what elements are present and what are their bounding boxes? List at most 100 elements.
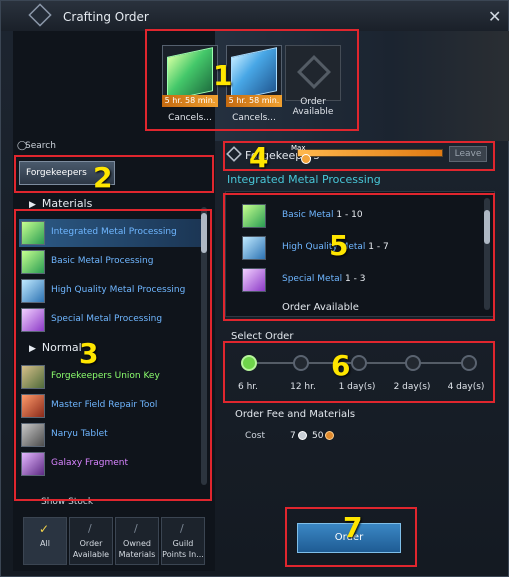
list-item-label: Master Field Repair Tool [51, 400, 158, 410]
duration-node-6h[interactable] [241, 355, 257, 371]
tab-owned-materials[interactable]: / Owned Materials [115, 517, 159, 565]
material-label: Basic Metal 1 - 10 [282, 210, 363, 220]
window-title: Crafting Order [63, 10, 149, 24]
bronze-coin-icon [325, 431, 334, 440]
list-item-label: Forgekeepers Union Key [51, 371, 160, 381]
order-slot-1-timer: 5 hr. 58 min. [162, 95, 218, 107]
close-icon[interactable]: ✕ [488, 7, 501, 26]
purple-metal-icon [21, 308, 45, 332]
item-list-scrollbar[interactable] [201, 207, 207, 485]
duration-node-2d[interactable] [405, 355, 421, 371]
tab-all[interactable]: ✓ All [23, 517, 67, 565]
duration-label: 12 hr. [290, 382, 316, 392]
tab-guild-points-label: Guild Points In... [162, 539, 204, 559]
tab-guild-points[interactable]: / Guild Points In... [161, 517, 205, 565]
cost-label: Cost [245, 431, 266, 441]
title-bar: Crafting Order ✕ [1, 1, 508, 31]
callout-number-1: 1 [213, 59, 233, 92]
callout-box-6 [223, 341, 495, 403]
tab-order-available[interactable]: / Order Available [69, 517, 113, 565]
crafting-order-window: Crafting Order ✕ 5 hr. 58 min. Cancels..… [0, 0, 509, 577]
filter-icon: / [88, 522, 92, 535]
expand-triangle-icon: ▶ [29, 200, 36, 210]
order-slot-3[interactable] [285, 45, 341, 101]
material-label: Special Metal 1 - 3 [282, 274, 365, 284]
order-slot-2-label: Cancels... [232, 113, 276, 123]
list-item[interactable]: Special Metal Processing [19, 306, 207, 334]
material-name: High Quality Metal [282, 242, 366, 252]
duration-label: 1 day(s) [338, 382, 376, 392]
green-ingot-icon [21, 221, 45, 245]
list-item-label: Special Metal Processing [51, 314, 163, 324]
duration-node-12h[interactable] [293, 355, 309, 371]
list-item[interactable]: Master Field Repair Tool [19, 392, 207, 420]
list-item-label: Naryu Tablet [51, 429, 108, 439]
order-available-status: Order Available [282, 302, 359, 313]
filter-icon: / [180, 522, 184, 535]
duration-label: 2 day(s) [393, 382, 431, 392]
list-item[interactable]: High Quality Metal Processing [19, 277, 207, 305]
material-qty: 1 - 7 [368, 242, 389, 252]
detail-scroll-thumb[interactable] [484, 210, 490, 244]
order-fee-title: Order Fee and Materials [235, 409, 356, 420]
order-slot-2-timer: 5 hr. 58 min. [226, 95, 282, 107]
callout-number-5: 5 [329, 229, 349, 262]
tab-owned-materials-label: Owned Materials [118, 539, 156, 559]
callout-number-7: 7 [343, 511, 363, 544]
material-name: Basic Metal [282, 210, 334, 220]
game-logo-icon [28, 3, 52, 27]
tablet-icon [21, 423, 45, 447]
category-normal-label: Normal [41, 341, 82, 354]
recipe-title: Integrated Metal Processing [227, 173, 381, 186]
c-metal-icon [21, 279, 45, 303]
material-name: Special Metal [282, 274, 343, 284]
repair-tool-icon [21, 394, 45, 418]
callout-number-4: 4 [249, 141, 269, 174]
category-materials-label: Materials [41, 197, 93, 210]
basic-metal-icon [242, 204, 266, 228]
item-list-scroll-thumb[interactable] [201, 213, 207, 253]
high-quality-metal-icon [242, 236, 266, 260]
recipe-detail-panel: Basic Metal 1 - 10 High Quality Metal 1 … [225, 191, 495, 317]
list-item-label: Galaxy Fragment [51, 458, 129, 468]
check-icon: ✓ [39, 522, 50, 536]
filter-tabs: ✓ All / Order Available / Owned Material… [23, 517, 211, 565]
cost-silver-amount: 7 [290, 431, 296, 441]
order-slot-1-label: Cancels... [168, 113, 212, 123]
material-qty: 1 - 3 [345, 274, 366, 284]
fragment-icon [21, 452, 45, 476]
order-slot-1[interactable] [162, 45, 218, 101]
key-icon [21, 365, 45, 389]
duration-label: 4 day(s) [447, 382, 485, 392]
list-item-label: High Quality Metal Processing [51, 285, 186, 295]
category-normal[interactable]: ▶ Normal [29, 341, 82, 354]
callout-number-2: 2 [93, 161, 113, 194]
empty-slot-icon [297, 55, 331, 89]
detail-scrollbar[interactable] [484, 198, 490, 310]
tab-order-available-label: Order Available [72, 539, 110, 559]
order-slot-2[interactable] [226, 45, 282, 101]
select-order-title: Select Order [231, 331, 294, 342]
faction-progress-bar [297, 149, 443, 157]
special-metal-icon [242, 268, 266, 292]
list-item[interactable]: Basic Metal Processing [19, 248, 207, 276]
faction-progress-fill [298, 150, 442, 156]
cost-bronze-amount: 50 [312, 431, 324, 441]
silver-coin-icon [298, 431, 307, 440]
list-item[interactable]: Integrated Metal Processing [19, 219, 207, 247]
leave-button[interactable]: Leave [449, 146, 487, 162]
search-label: Search [25, 141, 56, 151]
list-item[interactable]: Forgekeepers Union Key [19, 363, 207, 391]
list-item-label: Integrated Metal Processing [51, 227, 177, 237]
expand-triangle-icon: ▶ [29, 344, 36, 354]
list-item[interactable]: Galaxy Fragment [19, 450, 207, 478]
tab-all-label: All [40, 539, 50, 548]
callout-number-3: 3 [79, 337, 99, 370]
duration-node-1d[interactable] [351, 355, 367, 371]
show-stock-checkbox[interactable]: Show Stock [41, 497, 93, 507]
list-item[interactable]: Naryu Tablet [19, 421, 207, 449]
faction-progress-knob [301, 154, 311, 164]
category-materials[interactable]: ▶ Materials [29, 197, 92, 210]
duration-node-4d[interactable] [461, 355, 477, 371]
order-slot-3-label: Order Available [292, 97, 334, 117]
